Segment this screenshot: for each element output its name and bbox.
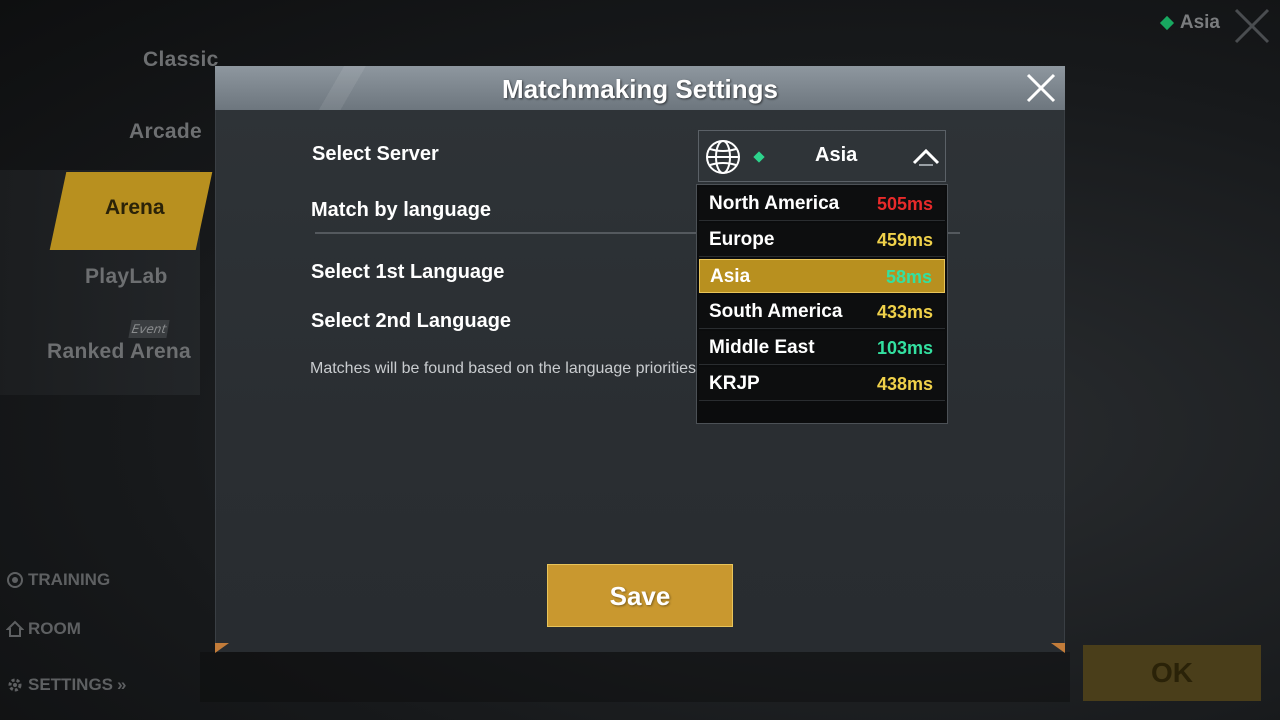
settings-link[interactable]: SETTINGS » xyxy=(6,675,126,695)
corner-accent-left xyxy=(215,643,229,653)
server-dropdown: North America 505ms Europe 459ms Asia 58… xyxy=(696,184,948,424)
server-name: Middle East xyxy=(709,337,815,358)
top-region-label: Asia xyxy=(1179,12,1220,33)
save-button[interactable]: Save xyxy=(547,564,733,627)
server-ping: 58ms xyxy=(885,267,932,287)
home-icon xyxy=(6,620,24,637)
server-select[interactable]: Asia xyxy=(698,130,946,182)
server-select-value: Asia xyxy=(815,144,858,166)
bottom-bar xyxy=(200,652,1070,702)
mode-ranked-arena[interactable]: Ranked Arena xyxy=(47,340,191,364)
server-name: South America xyxy=(709,301,843,322)
server-name: Europe xyxy=(709,229,775,250)
server-option-middle-east[interactable]: Middle East 103ms xyxy=(699,331,945,365)
settings-label: SETTINGS xyxy=(28,675,114,694)
close-icon[interactable] xyxy=(1023,70,1059,106)
mode-classic[interactable]: Classic xyxy=(143,48,219,72)
top-region-indicator[interactable]: Asia xyxy=(1159,12,1220,34)
ok-button[interactable]: OK xyxy=(1083,645,1261,701)
server-option-north-america[interactable]: North America 505ms xyxy=(699,187,945,221)
first-language-label: Select 1st Language xyxy=(311,261,505,283)
region-dot-icon xyxy=(1159,15,1174,31)
second-language-label: Select 2nd Language xyxy=(311,310,512,332)
server-name: Asia xyxy=(710,266,751,287)
server-ping: 438ms xyxy=(876,374,933,394)
chevron-up-icon xyxy=(912,148,940,166)
server-name: North America xyxy=(709,193,840,214)
server-name: KRJP xyxy=(709,373,760,394)
double-chevron-icon: » xyxy=(117,675,127,694)
language-hint: Matches will be found based on the langu… xyxy=(310,360,701,377)
server-ping: 505ms xyxy=(876,194,933,214)
server-ping: 459ms xyxy=(876,230,933,250)
screen-close-icon[interactable] xyxy=(1232,6,1272,46)
server-option-europe[interactable]: Europe 459ms xyxy=(699,223,945,257)
status-dot-icon xyxy=(753,151,765,163)
mode-arena[interactable]: Arena xyxy=(105,196,165,220)
training-label: TRAINING xyxy=(28,570,111,589)
corner-accent-right xyxy=(1051,643,1065,653)
event-badge: Event xyxy=(128,320,170,338)
server-option-south-america[interactable]: South America 433ms xyxy=(699,295,945,329)
room-link[interactable]: ROOM xyxy=(6,619,81,639)
room-label: ROOM xyxy=(28,619,81,638)
gear-icon xyxy=(8,678,22,692)
match-language-label: Match by language xyxy=(311,199,492,221)
server-ping: 433ms xyxy=(876,302,933,322)
target-icon xyxy=(7,572,23,588)
select-server-label: Select Server xyxy=(312,143,439,165)
mode-arcade[interactable]: Arcade xyxy=(129,120,202,144)
mode-playlab[interactable]: PlayLab xyxy=(85,265,168,289)
server-ping: 103ms xyxy=(876,338,933,358)
modal-title: Matchmaking Settings xyxy=(502,74,778,104)
server-option-asia[interactable]: Asia 58ms xyxy=(699,259,945,293)
server-option-krjp[interactable]: KRJP 438ms xyxy=(699,367,945,401)
globe-icon xyxy=(706,140,740,174)
training-link[interactable]: TRAINING xyxy=(6,570,110,590)
